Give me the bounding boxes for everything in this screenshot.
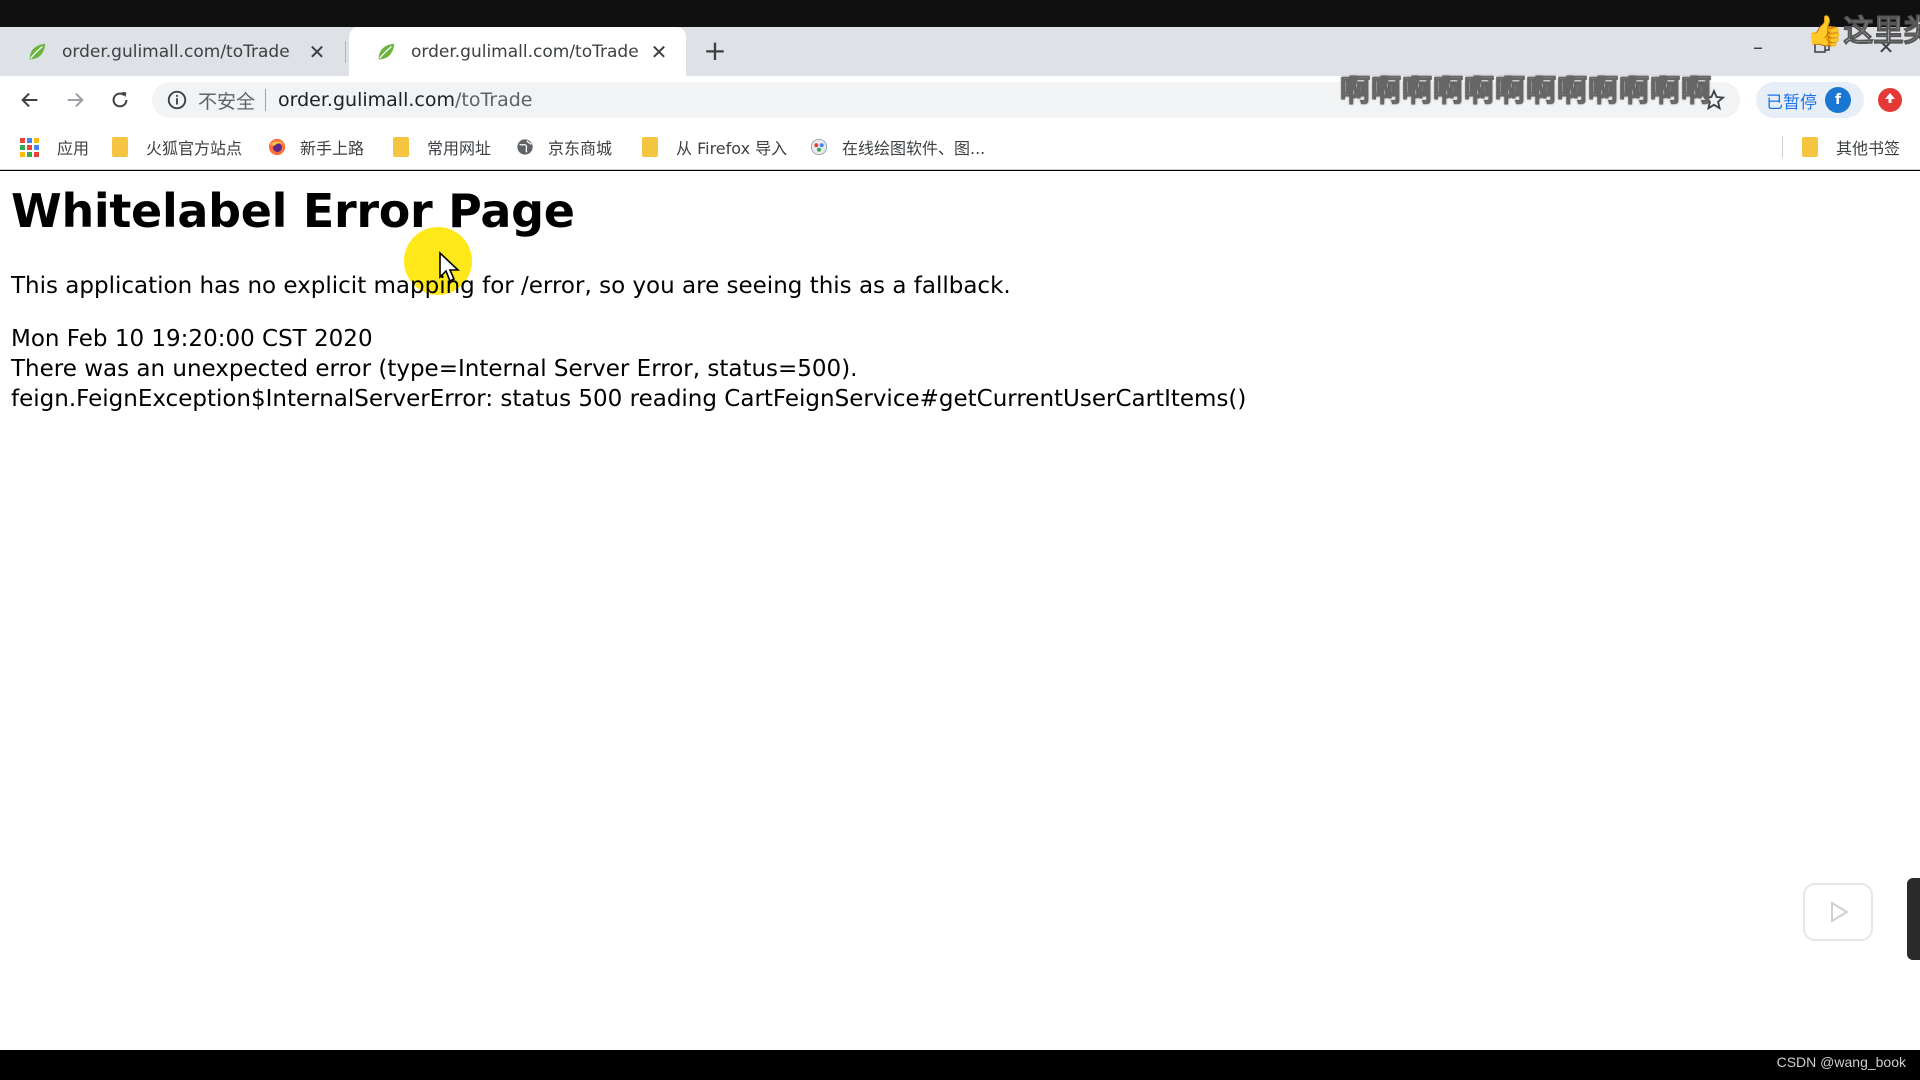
back-icon[interactable] [14,84,46,116]
bookmark-import-firefox[interactable]: 从 Firefox 导入 [642,135,787,159]
overlay-text: 这里类 [1843,14,1920,50]
bookmark-label: 京东商城 [548,139,613,158]
close-tab-icon[interactable]: ✕ [646,39,672,65]
side-panel-handle[interactable] [1907,878,1920,960]
bottom-bar [0,1050,1920,1080]
tab-order-totrade-2[interactable]: order.gulimall.com/toTrade ✕ [349,27,686,76]
bookmark-label: 新手上路 [300,139,365,158]
update-icon[interactable] [1878,88,1902,112]
tab-separator [345,41,346,63]
bookmark-online-drawing[interactable]: 在线绘图软件、图... [810,135,985,159]
other-bookmarks[interactable]: 其他书签 [1802,135,1900,159]
forward-icon[interactable] [59,84,91,116]
danmaku-comment: 啊啊啊啊啊啊啊啊啊啊啊啊 [1340,74,1712,110]
fallback-message: This application has no explicit mapping… [11,273,1011,299]
profile-paused-button[interactable]: 已暂停 f [1756,82,1864,118]
spring-leaf-icon [378,43,395,59]
folder-icon [112,137,128,157]
paused-label: 已暂停 [1766,92,1817,113]
firefox-icon [268,138,286,156]
bookmark-apps[interactable]: 应用 [20,135,89,159]
minimize-icon[interactable]: – [1738,35,1778,59]
play-icon [1831,901,1849,923]
page-content: Whitelabel Error Page This application h… [0,171,1920,1050]
bookmark-jd-mall[interactable]: 京东商城 [516,135,612,159]
csdn-watermark: CSDN @wang_book [1776,1054,1906,1070]
thumbs-up-icon: 👍 [1806,14,1844,49]
info-icon[interactable] [166,89,188,111]
bookmark-label: 火狐官方站点 [146,139,243,158]
reload-icon[interactable] [104,84,136,116]
url-path: /toTrade [454,89,533,111]
new-tab-button[interactable]: + [700,37,730,67]
bookmark-label: 在线绘图软件、图... [842,139,986,158]
tab-title: order.gulimall.com/toTrade [411,41,639,62]
video-player-widget[interactable] [1803,883,1873,941]
globe-icon [517,139,533,155]
folder-icon [1802,137,1818,157]
exception-line: feign.FeignException$InternalServerError… [11,386,1247,412]
folder-icon [393,137,409,157]
folder-icon [642,137,658,157]
other-bookmarks-label: 其他书签 [1836,139,1901,158]
bookmark-getting-started[interactable]: 新手上路 [268,135,364,159]
tab-title: order.gulimall.com/toTrade [62,41,290,62]
error-timestamp: Mon Feb 10 19:20:00 CST 2020 [11,326,373,352]
bookmark-common-sites[interactable]: 常用网址 [393,135,491,159]
address-divider [265,89,267,111]
not-secure-label: 不安全 [198,90,256,113]
avatar: f [1825,87,1851,113]
page-title: Whitelabel Error Page [11,184,575,238]
error-type-line: There was an unexpected error (type=Inte… [11,356,858,382]
bookmarks-bar: 应用 火狐官方站点 新手上路 常用网址 京东商城 从 Firefox 导入 在线… [0,124,1920,170]
close-tab-icon[interactable]: ✕ [304,39,330,65]
bookmark-firefox-official[interactable]: 火狐官方站点 [112,135,242,159]
top-right-overlay-text: 👍这里类 [1806,6,1920,50]
url-host: order.gulimall.com [278,89,455,111]
apps-grid-icon [20,137,39,157]
tab-order-totrade-1[interactable]: order.gulimall.com/toTrade ✕ [0,27,344,76]
drawing-app-icon [810,138,828,156]
bookmark-label: 从 Firefox 导入 [676,139,788,158]
bookmark-label: 应用 [57,139,90,158]
bookmarks-divider [1782,136,1783,158]
spring-leaf-icon [29,43,46,59]
error-details: Mon Feb 10 19:20:00 CST 2020 There was a… [11,324,1246,414]
top-black-strip [0,0,1920,27]
bookmark-label: 常用网址 [427,139,492,158]
